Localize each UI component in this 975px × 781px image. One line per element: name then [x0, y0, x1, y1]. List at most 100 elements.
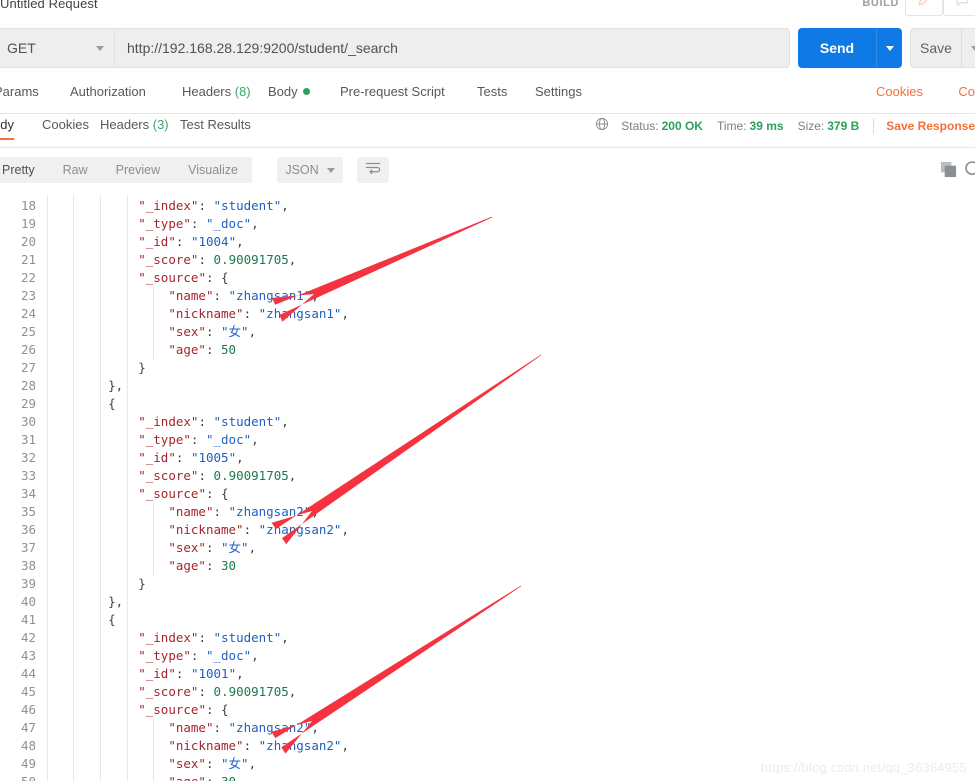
send-button[interactable]: Send — [798, 28, 876, 68]
token-k: "_score" — [138, 252, 199, 267]
code-line: 31 "_type": "_doc", — [0, 431, 975, 449]
line-number: 47 — [20, 720, 36, 735]
response-format-dropdown[interactable]: JSON — [277, 157, 343, 183]
token-s: "_doc" — [205, 216, 252, 231]
watermark: https://blog.csdn.net/qq_36364955 — [760, 760, 967, 775]
tab-label: Tests — [477, 84, 508, 99]
http-method-dropdown[interactable]: GET — [0, 28, 114, 68]
code-line: 22 "_source": { — [0, 269, 975, 287]
save-button[interactable]: Save — [910, 28, 962, 68]
line-number: 38 — [20, 558, 36, 573]
request-tab-pre-request-script[interactable]: Pre-request Script — [340, 84, 445, 99]
copy-response-button[interactable] — [940, 161, 957, 183]
save-response-button[interactable]: Save Response — [886, 119, 975, 133]
line-text: "name": "zhangsan1", — [168, 287, 319, 305]
line-text: "_type": "_doc", — [138, 215, 258, 233]
code-line: 39} — [0, 575, 975, 593]
code-line: 45 "_score": 0.90091705, — [0, 683, 975, 701]
token-s: "student" — [213, 414, 282, 429]
url-input[interactable]: http://192.168.28.129:9200/student/_sear… — [114, 28, 790, 68]
search-response-button[interactable] — [964, 160, 975, 184]
code-line: 35 "name": "zhangsan2", — [0, 503, 975, 521]
line-number: 23 — [20, 288, 36, 303]
view-mode-raw[interactable]: Raw — [49, 157, 102, 183]
token-p: , — [281, 630, 289, 645]
tab-label: Pre-request Script — [340, 84, 445, 99]
token-k: "_id" — [138, 666, 176, 681]
token-s: "1001" — [190, 666, 237, 681]
code-line: 19 "_type": "_doc", — [0, 215, 975, 233]
request-tab-tests[interactable]: Tests — [477, 84, 507, 99]
token-p: : { — [205, 702, 229, 717]
line-number: 43 — [20, 648, 36, 663]
token-p: : — [213, 504, 229, 519]
token-p: { — [108, 396, 116, 411]
token-s: "女" — [221, 324, 249, 339]
line-text: "name": "zhangsan2", — [168, 503, 319, 521]
token-s: "_doc" — [205, 648, 252, 663]
token-n: 0.90091705 — [213, 468, 289, 483]
line-text: "_source": { — [138, 485, 228, 503]
request-code-link[interactable]: Co — [958, 84, 975, 99]
token-k: "sex" — [168, 756, 206, 771]
request-tab-settings[interactable]: Settings — [535, 84, 582, 99]
code-line: 37 "sex": "女", — [0, 539, 975, 557]
code-line: 38 "age": 30 — [0, 557, 975, 575]
response-tab-cookies[interactable]: Cookies — [42, 117, 89, 132]
response-format-label: JSON — [285, 163, 319, 177]
request-tab-headers[interactable]: Headers (8) — [182, 84, 251, 99]
view-mode-pretty[interactable]: Pretty — [0, 157, 49, 183]
response-tab-test-results[interactable]: Test Results — [180, 117, 251, 132]
line-text: }, — [108, 377, 123, 395]
token-s: "女" — [221, 540, 249, 555]
line-text: } — [138, 359, 146, 377]
token-p: : — [175, 450, 191, 465]
line-number: 25 — [20, 324, 36, 339]
token-s: "zhangsan2" — [228, 504, 312, 519]
line-number: 28 — [20, 378, 36, 393]
line-text: "_index": "student", — [138, 197, 289, 215]
size-value: 379 B — [827, 118, 860, 133]
request-tab-authorization[interactable]: Authorization — [70, 84, 146, 99]
response-tab-headers[interactable]: Headers (3) — [100, 117, 169, 132]
token-k: "nickname" — [168, 306, 244, 321]
view-mode-visualize[interactable]: Visualize — [174, 157, 252, 183]
line-number: 31 — [20, 432, 36, 447]
view-mode-preview[interactable]: Preview — [102, 157, 174, 183]
token-k: "_source" — [138, 702, 206, 717]
line-number: 20 — [20, 234, 36, 249]
time-group: Time: 39 ms — [717, 119, 784, 133]
line-text: "age": 30 — [168, 773, 236, 781]
pencil-icon — [917, 0, 931, 12]
request-tab-body[interactable]: Body — [268, 84, 310, 99]
token-p: : — [190, 648, 206, 663]
tab-badge: (3) — [149, 117, 169, 132]
code-line: 43 "_type": "_doc", — [0, 647, 975, 665]
edit-request-button[interactable] — [905, 0, 943, 16]
comment-button[interactable] — [943, 0, 975, 16]
request-tab-params[interactable]: Params — [0, 84, 39, 99]
line-text: "_index": "student", — [138, 413, 289, 431]
status-label: Status: — [621, 118, 659, 133]
copy-icon — [940, 161, 957, 182]
comment-icon — [955, 0, 969, 12]
wrap-lines-button[interactable] — [357, 157, 389, 183]
line-text: "sex": "女", — [168, 539, 256, 557]
response-tab-ody[interactable]: ody — [0, 117, 14, 140]
response-body-viewer[interactable]: 18 "_index": "student", 19 "_type": "_doc",… — [0, 195, 975, 781]
code-line: 21 "_score": 0.90091705, — [0, 251, 975, 269]
code-line: 47 "name": "zhangsan2", — [0, 719, 975, 737]
token-p: , — [236, 450, 244, 465]
wrap-lines-icon — [365, 161, 381, 179]
code-line: 36 "nickname": "zhangsan2", — [0, 521, 975, 539]
line-number: 40 — [20, 594, 36, 609]
line-number: 45 — [20, 684, 36, 699]
token-n: 30 — [221, 558, 237, 573]
line-number: 35 — [20, 504, 36, 519]
line-number: 22 — [20, 270, 36, 285]
save-options-button[interactable] — [962, 28, 975, 68]
postman-window: Untitled Request BUILD GET http://192.16… — [0, 0, 975, 781]
send-options-button[interactable] — [876, 28, 902, 68]
token-s: "1005" — [190, 450, 237, 465]
request-cookies-link[interactable]: Cookies — [876, 84, 923, 99]
